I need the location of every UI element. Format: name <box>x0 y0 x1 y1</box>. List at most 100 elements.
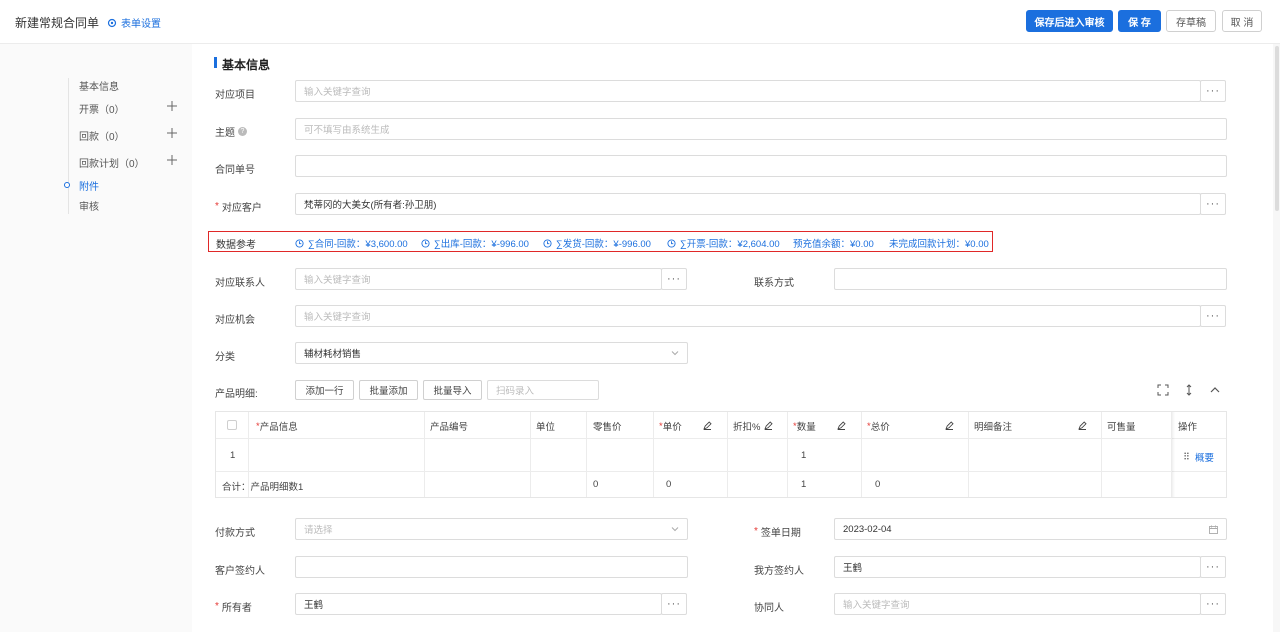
nav-item-invoice[interactable]: 开票（0） <box>79 101 125 116</box>
our-signer-lookup-button[interactable]: ··· <box>1200 556 1226 578</box>
ref-open-payment-plan[interactable]: 未完成回款计划：¥0.00 <box>889 236 989 250</box>
project-lookup-button[interactable]: ··· <box>1200 80 1226 102</box>
ref-prepaid-balance[interactable]: 预充值余额：¥0.00 <box>793 236 874 250</box>
form-settings-link[interactable]: 表单设置 <box>107 15 161 30</box>
col-total-price: * 总价 <box>867 420 890 434</box>
row-quantity[interactable]: 1 <box>801 450 806 461</box>
contact-input[interactable]: 输入关键字查询 <box>295 268 662 290</box>
col-actions: 操作 <box>1178 422 1198 433</box>
side-nav: 基本信息 开票（0） 回款（0） 回款计划（0） 附件 审核 <box>0 44 192 632</box>
total-retail: 0 <box>593 479 599 490</box>
collapse-icon[interactable] <box>1209 384 1221 396</box>
owner-input[interactable]: 王鹤 <box>295 593 662 615</box>
contract-no-label: 合同单号 <box>215 165 255 176</box>
nav-item-review[interactable]: 审核 <box>79 198 99 213</box>
total-price: 0 <box>875 479 881 490</box>
collaborator-input[interactable]: 输入关键字查询 <box>834 593 1201 615</box>
collaborator-lookup-button[interactable]: ··· <box>1200 593 1226 615</box>
payment-method-select[interactable]: 请选择 <box>295 518 688 540</box>
project-label: 对应项目 <box>215 90 255 101</box>
sign-date-value: 2023-02-04 <box>843 523 892 535</box>
total-unit-price: 0 <box>666 479 672 490</box>
save-draft-button[interactable]: 存草稿 <box>1166 10 1216 32</box>
nav-divider <box>68 78 69 214</box>
required-mark: * <box>215 201 219 212</box>
contact-method-label: 联系方式 <box>754 278 794 289</box>
collaborator-label: 协同人 <box>754 603 784 614</box>
cancel-button[interactable]: 取 消 <box>1222 10 1262 32</box>
main-form: 基本信息 对应项目 输入关键字查询 ··· 主题? 可不填写由系统生成 合同单号… <box>192 44 1248 632</box>
add-row-button[interactable]: 添加一行 <box>295 380 354 400</box>
nav-item-basic-info[interactable]: 基本信息 <box>79 78 119 93</box>
project-input[interactable]: 输入关键字查询 <box>295 80 1201 102</box>
contact-lookup-button[interactable]: ··· <box>661 268 687 290</box>
our-signer-input[interactable]: 王鹤 <box>834 556 1201 578</box>
data-reference-label: 数据参考 <box>216 240 256 251</box>
col-item-remark: 明细备注 <box>974 422 1013 433</box>
nav-item-payment-plan[interactable]: 回款计划（0） <box>79 155 145 170</box>
total-quantity: 1 <box>801 479 807 490</box>
drag-handle-icon[interactable]: ⠿ <box>1183 452 1190 463</box>
category-label: 分类 <box>215 352 235 363</box>
category-value: 辅材耗材销售 <box>304 349 362 360</box>
opportunity-lookup-button[interactable]: ··· <box>1200 305 1226 327</box>
owner-lookup-button[interactable]: ··· <box>661 593 687 615</box>
row-summary-action[interactable]: ⠿ 概要 <box>1183 450 1214 465</box>
payment-method-label: 付款方式 <box>215 528 255 539</box>
opportunity-label: 对应机会 <box>215 315 255 326</box>
nav-item-attachment[interactable]: 附件 <box>79 178 99 193</box>
ref-shipment-payment[interactable]: ∑发货-回款：¥-996.00 <box>543 236 651 250</box>
edit-total-price-icon[interactable] <box>945 421 954 430</box>
add-payment-plan-icon[interactable] <box>167 155 177 165</box>
batch-import-button[interactable]: 批量导入 <box>423 380 482 400</box>
edit-unit-price-icon[interactable] <box>703 421 712 430</box>
edit-discount-icon[interactable] <box>764 421 773 430</box>
row-height-icon[interactable] <box>1183 384 1195 396</box>
customer-label: * 对应客户 <box>215 201 262 214</box>
edit-quantity-icon[interactable] <box>837 421 846 430</box>
customer-signer-input[interactable] <box>295 556 688 578</box>
section-accent-bar <box>214 57 217 68</box>
ref-contract-payment[interactable]: ∑合同-回款：¥3,600.00 <box>295 236 408 250</box>
col-discount: 折扣% <box>733 422 761 433</box>
contact-label: 对应联系人 <box>215 278 265 289</box>
active-nav-indicator <box>64 182 70 188</box>
col-retail-price: 零售价 <box>593 422 622 433</box>
page-title: 新建常规合同单 <box>15 16 100 30</box>
add-invoice-icon[interactable] <box>167 101 177 111</box>
nav-item-payment[interactable]: 回款（0） <box>79 128 125 143</box>
save-and-review-button[interactable]: 保存后进入审核 <box>1026 10 1113 32</box>
col-product-info: * 产品信息 <box>256 420 298 434</box>
chevron-down-icon <box>671 527 679 532</box>
form-settings-label: 表单设置 <box>121 19 161 30</box>
top-bar: 新建常规合同单 表单设置 保存后进入审核 保 存 存草稿 取 消 <box>0 0 1280 44</box>
customer-input[interactable]: 梵蒂冈的大美女(所有者:孙卫朋) <box>295 193 1201 215</box>
scrollbar-thumb[interactable] <box>1275 46 1279 211</box>
category-select[interactable]: 辅材耗材销售 <box>295 342 688 364</box>
scan-input[interactable]: 扫码录入 <box>487 380 599 400</box>
clock-icon <box>543 238 552 248</box>
col-available-qty: 可售量 <box>1107 422 1136 433</box>
table-header <box>216 412 1226 438</box>
opportunity-input[interactable]: 输入关键字查询 <box>295 305 1201 327</box>
row-index: 1 <box>230 450 236 461</box>
contract-no-input[interactable] <box>295 155 1227 177</box>
customer-signer-label: 客户签约人 <box>215 566 265 577</box>
save-button[interactable]: 保 存 <box>1118 10 1161 32</box>
sign-date-input[interactable]: 2023-02-04 <box>834 518 1227 540</box>
subject-input[interactable]: 可不填写由系统生成 <box>295 118 1227 140</box>
customer-lookup-button[interactable]: ··· <box>1200 193 1226 215</box>
batch-add-button[interactable]: 批量添加 <box>359 380 418 400</box>
edit-remark-icon[interactable] <box>1078 421 1087 430</box>
add-payment-icon[interactable] <box>167 128 177 138</box>
settings-icon <box>107 18 117 27</box>
help-icon[interactable]: ? <box>238 127 247 136</box>
calendar-icon[interactable] <box>1209 525 1218 534</box>
data-reference-box: 数据参考 ∑合同-回款：¥3,600.00 ∑出库-回款：¥-996.00 ∑发… <box>208 231 993 252</box>
ref-invoice-payment[interactable]: ∑开票-回款：¥2,604.00 <box>667 236 780 250</box>
ref-outbound-payment[interactable]: ∑出库-回款：¥-996.00 <box>421 236 529 250</box>
our-signer-label: 我方签约人 <box>754 566 804 577</box>
fullscreen-icon[interactable] <box>1157 384 1169 396</box>
contact-method-input[interactable] <box>834 268 1227 290</box>
select-all-checkbox[interactable] <box>227 420 237 430</box>
